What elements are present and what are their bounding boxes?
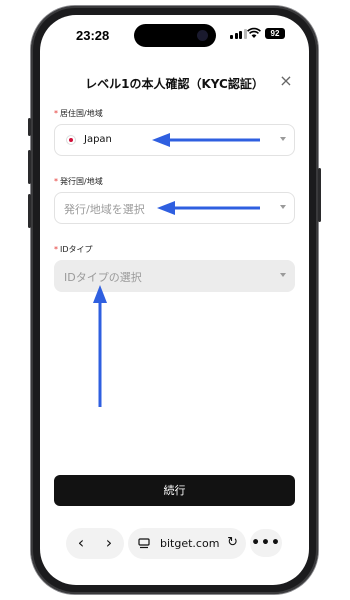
reload-icon[interactable]: ↻ (227, 535, 238, 550)
residence-value: Japan (84, 134, 112, 145)
id-type-select[interactable]: IDタイプの選択 (54, 260, 295, 292)
url-text: bitget.com (160, 537, 220, 550)
wifi-icon (247, 27, 261, 38)
status-bar: 23:28 92 (40, 15, 309, 57)
japan-flag-icon (66, 135, 76, 145)
address-bar[interactable]: bitget.com ↻ (128, 528, 246, 559)
page-title: レベル1の本人確認（KYC認証） (85, 77, 264, 91)
close-icon[interactable]: × (277, 72, 295, 90)
arrow-left-icon (157, 201, 260, 215)
browser-nav-pill: ‹ › (66, 528, 124, 559)
issuing-placeholder: 発行/地域を選択 (64, 203, 145, 216)
id-type-label: * IDタイプ (54, 244, 93, 255)
phone-volume-down-button (28, 194, 31, 228)
page-menu-icon[interactable] (138, 538, 150, 549)
phone-action-button (28, 118, 31, 136)
id-type-placeholder: IDタイプの選択 (64, 271, 142, 284)
chevron-down-icon (280, 137, 286, 141)
arrow-left-icon (152, 133, 260, 147)
chevron-down-icon (280, 205, 286, 209)
phone-power-button (318, 168, 321, 222)
status-time: 23:28 (76, 28, 110, 43)
required-mark: * (54, 245, 58, 254)
battery-icon: 92 (265, 28, 285, 39)
more-button[interactable]: ••• (250, 529, 282, 557)
required-mark: * (54, 109, 58, 118)
forward-icon[interactable]: › (94, 528, 124, 559)
chevron-down-icon (280, 273, 286, 277)
dynamic-island (134, 24, 216, 47)
residence-label-text: 居住国/地域 (60, 109, 103, 118)
phone-screen: 23:28 92 レベル1の本人確認（KYC認証） × * 居住国/地域 Japa… (40, 15, 309, 585)
back-icon[interactable]: ‹ (66, 528, 96, 559)
id-type-label-text: IDタイプ (60, 245, 93, 254)
issuing-label: * 発行国/地域 (54, 176, 103, 187)
residence-label: * 居住国/地域 (54, 108, 103, 119)
continue-button[interactable]: 続行 (54, 475, 295, 506)
phone-volume-up-button (28, 150, 31, 184)
required-mark: * (54, 177, 58, 186)
arrow-up-icon (93, 285, 107, 407)
cellular-signal-icon (230, 29, 247, 39)
camera-icon (197, 30, 208, 41)
more-icon: ••• (251, 535, 281, 551)
issuing-label-text: 発行国/地域 (60, 177, 103, 186)
